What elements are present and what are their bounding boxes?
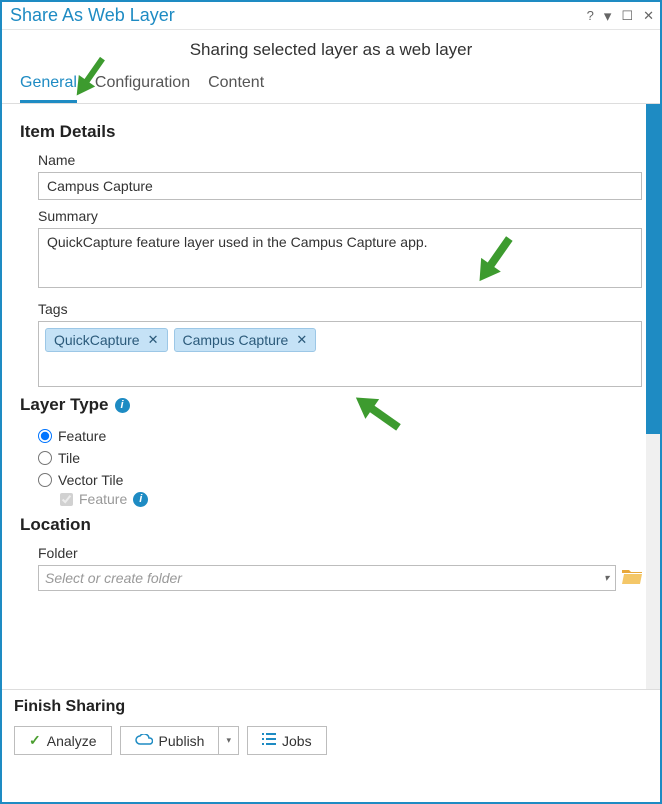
- jobs-button[interactable]: Jobs: [247, 726, 327, 755]
- vector-tile-feature-check-row: Feature i: [38, 491, 642, 507]
- list-icon: [262, 733, 276, 748]
- page-subtitle: Sharing selected layer as a web layer: [2, 30, 660, 68]
- analyze-label: Analyze: [47, 733, 97, 749]
- vt-feature-checkbox: [60, 493, 73, 506]
- tags-input[interactable]: QuickCapture ✕ Campus Capture ✕: [38, 321, 642, 387]
- autohide-icon[interactable]: ▾: [604, 7, 612, 25]
- name-input[interactable]: [38, 172, 642, 200]
- tags-label: Tags: [38, 301, 642, 317]
- content-scroll-area: Item Details Name Summary QuickCapture f…: [2, 104, 660, 689]
- publish-caret-button[interactable]: ▾: [218, 726, 239, 755]
- radio-feature-label: Feature: [58, 428, 106, 444]
- summary-label: Summary: [38, 208, 642, 224]
- titlebar: Share As Web Layer ? ▾ ☐ ✕: [2, 2, 660, 30]
- info-icon[interactable]: i: [115, 398, 130, 413]
- radio-vector-tile-label: Vector Tile: [58, 472, 123, 488]
- radio-tile-input[interactable]: [38, 451, 52, 465]
- vt-feature-label: Feature: [79, 491, 127, 507]
- tab-bar: General Configuration Content: [2, 68, 660, 104]
- radio-tile-label: Tile: [58, 450, 80, 466]
- tag-label: QuickCapture: [54, 332, 140, 348]
- publish-label: Publish: [159, 733, 205, 749]
- tag-chip: Campus Capture ✕: [174, 328, 317, 352]
- finish-sharing-heading: Finish Sharing: [14, 698, 648, 716]
- folder-placeholder: Select or create folder: [45, 570, 182, 586]
- publish-split-button: Publish ▾: [120, 726, 239, 755]
- location-heading: Location: [20, 515, 642, 535]
- footer: Finish Sharing ✓ Analyze Publish ▾ Jobs: [2, 689, 660, 769]
- radio-feature-input[interactable]: [38, 429, 52, 443]
- chevron-down-icon: ▾: [604, 573, 609, 584]
- folder-icon[interactable]: [622, 567, 642, 590]
- tag-chip: QuickCapture ✕: [45, 328, 168, 352]
- scrollbar-thumb[interactable]: [646, 104, 660, 434]
- summary-input[interactable]: QuickCapture feature layer used in the C…: [38, 228, 642, 288]
- tab-content[interactable]: Content: [208, 68, 264, 103]
- tab-configuration[interactable]: Configuration: [95, 68, 190, 103]
- help-icon[interactable]: ?: [587, 8, 594, 23]
- info-icon[interactable]: i: [133, 492, 148, 507]
- window-title: Share As Web Layer: [10, 5, 175, 26]
- folder-label: Folder: [38, 545, 642, 561]
- tag-remove-icon[interactable]: ✕: [148, 332, 159, 348]
- tab-general[interactable]: General: [20, 68, 77, 103]
- tag-label: Campus Capture: [183, 332, 289, 348]
- jobs-label: Jobs: [282, 733, 312, 749]
- tag-remove-icon[interactable]: ✕: [296, 332, 307, 348]
- radio-vector-tile[interactable]: Vector Tile: [38, 469, 642, 491]
- cloud-icon: [135, 733, 153, 749]
- titlebar-controls: ? ▾ ☐ ✕: [587, 7, 654, 25]
- close-icon[interactable]: ✕: [643, 8, 654, 24]
- radio-vector-tile-input[interactable]: [38, 473, 52, 487]
- layer-type-heading: Layer Type: [20, 395, 109, 415]
- folder-select[interactable]: Select or create folder ▾: [38, 565, 616, 591]
- name-label: Name: [38, 152, 642, 168]
- item-details-heading: Item Details: [20, 122, 642, 142]
- radio-feature[interactable]: Feature: [38, 425, 642, 447]
- maximize-icon[interactable]: ☐: [621, 8, 633, 24]
- analyze-button[interactable]: ✓ Analyze: [14, 726, 112, 755]
- radio-tile[interactable]: Tile: [38, 447, 642, 469]
- layer-type-heading-row: Layer Type i: [20, 395, 642, 415]
- publish-button[interactable]: Publish: [120, 726, 219, 755]
- check-icon: ✓: [29, 732, 41, 749]
